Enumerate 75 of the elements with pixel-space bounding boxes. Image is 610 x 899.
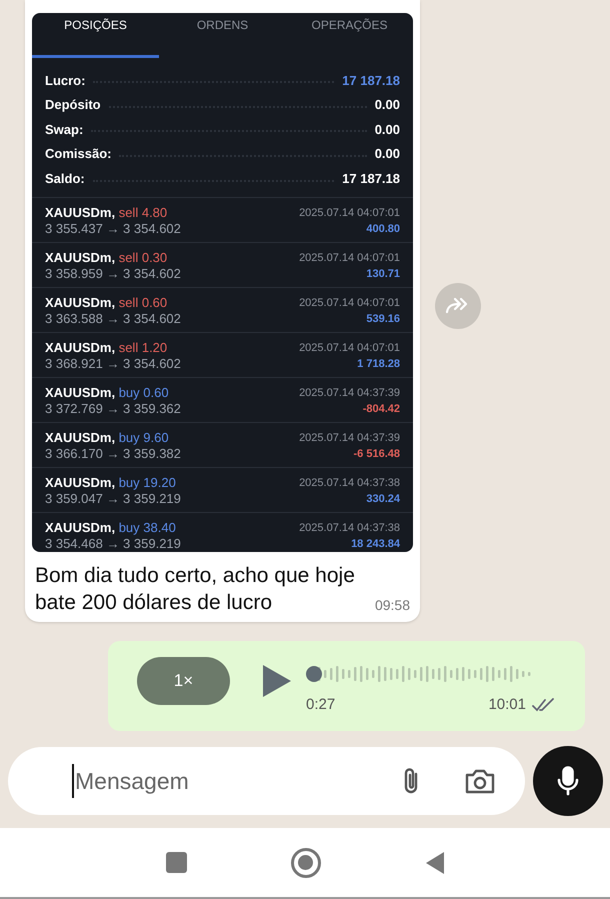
speed-button[interactable]: 1× — [137, 657, 230, 705]
trade-volume: sell 0.30 — [118, 250, 168, 265]
trade-volume: buy 38.40 — [118, 520, 176, 535]
summary-value: 0.00 — [374, 120, 400, 139]
trade-time: 2025.07.14 04:07:01 — [299, 206, 400, 221]
trade-prices: 3 359.047 → 3 359.219 — [45, 490, 181, 507]
trade-row[interactable]: XAUUSDm, sell 1.20 3 368.921 → 3 354.602 2025.07.14 04:07:01 1 718.28 — [32, 332, 413, 378]
trade-time: 2025.07.14 04:37:38 — [299, 476, 400, 491]
trade-prices: 3 354.468 → 3 359.219 — [45, 536, 181, 552]
message-text: Bom dia tudo certo, acho que hoje bate 200 dólares de lucro — [35, 563, 355, 616]
trade-row[interactable]: XAUUSDm, buy 38.40 3 354.468 → 3 359.219 2025.07.14 04:37:38 18 243.84 — [32, 512, 413, 552]
back-icon[interactable] — [424, 850, 444, 874]
trade-profit: 330.24 — [366, 492, 400, 507]
home-button[interactable] — [290, 848, 320, 878]
trade-volume: sell 0.60 — [118, 294, 168, 310]
trade-symbol: XAUUSDm, — [45, 204, 116, 220]
message-input[interactable]: Mensagem — [8, 747, 525, 815]
microphone-icon — [557, 766, 579, 796]
summary-label: Saldo: — [45, 170, 85, 188]
trade-profit: -804.42 — [362, 402, 400, 417]
trade-symbol: XAUUSDm, — [45, 384, 116, 400]
trade-prices: 3 355.437 → 3 354.602 — [45, 220, 181, 237]
summary-label: Comissão: — [45, 145, 112, 164]
trade-symbol: XAUUSDm, — [45, 250, 116, 265]
trade-row[interactable]: XAUUSDm, buy 0.60 3 372.769 → 3 359.362 2025.07.14 04:37:39 -804.42 — [32, 378, 413, 423]
summary-value: 17 187.18 — [342, 170, 400, 188]
trade-time: 2025.07.14 04:07:01 — [299, 340, 400, 356]
recents-button[interactable] — [166, 852, 186, 873]
camera-icon[interactable] — [465, 768, 495, 794]
trade-time: 2025.07.14 04:07:01 — [299, 250, 400, 266]
summary-value: 0.00 — [374, 145, 400, 164]
tab[interactable]: ORDENS — [159, 13, 286, 58]
trade-symbol: XAUUSDm, — [45, 340, 116, 355]
message-time: 09:58 — [374, 596, 410, 615]
trade-profit: 130.71 — [366, 266, 400, 282]
tab[interactable]: POSIÇÕES — [32, 13, 159, 58]
trade-prices: 3 368.921 → 3 354.602 — [45, 356, 181, 372]
trade-profit: 400.80 — [366, 222, 400, 237]
voice-time: 10:01 — [488, 695, 526, 715]
trade-time: 2025.07.14 04:37:39 — [299, 386, 400, 401]
trade-time: 2025.07.14 04:37:39 — [299, 430, 400, 446]
trade-profit: 18 243.84 — [351, 536, 400, 552]
trade-row[interactable]: XAUUSDm, buy 19.20 3 359.047 → 3 359.219 2025.07.14 04:37:38 330.24 — [32, 468, 413, 513]
trade-row[interactable]: XAUUSDm, buy 9.60 3 366.170 → 3 359.382 2025.07.14 04:37:39 -6 516.48 — [32, 422, 413, 468]
trade-volume: buy 9.60 — [118, 430, 169, 445]
tab[interactable]: OPERAÇÕES — [286, 13, 413, 58]
trade-volume: sell 4.80 — [118, 204, 168, 220]
trade-prices: 3 372.769 → 3 359.362 — [45, 400, 181, 417]
summary-label: Swap: — [45, 120, 84, 139]
trade-time: 2025.07.14 04:37:38 — [299, 520, 400, 536]
trade-profit: 1 718.28 — [357, 356, 400, 372]
summary-label: Depósito — [45, 96, 101, 114]
trade-symbol: XAUUSDm, — [45, 474, 116, 490]
message-field: Mensagem — [72, 764, 401, 798]
trade-volume: buy 19.20 — [118, 474, 176, 490]
summary-value: 0.00 — [374, 96, 400, 114]
trade-symbol: XAUUSDm, — [45, 520, 116, 535]
trade-prices: 3 366.170 → 3 359.382 — [45, 446, 181, 462]
summary-value: 17 187.18 — [342, 72, 400, 90]
trade-row[interactable]: XAUUSDm, sell 4.80 3 355.437 → 3 354.602 2025.07.14 04:07:01 400.80 — [32, 198, 413, 243]
trade-row[interactable]: XAUUSDm, sell 0.30 3 358.959 → 3 354.602 2025.07.14 04:07:01 130.71 — [32, 242, 413, 288]
trade-profit: 539.16 — [366, 312, 400, 327]
trade-volume: sell 1.20 — [118, 340, 168, 355]
trade-symbol: XAUUSDm, — [45, 430, 116, 445]
trade-prices: 3 363.588 → 3 354.602 — [45, 310, 181, 327]
voice-duration: 0:27 — [306, 695, 336, 715]
summary-label: Lucro: — [45, 72, 86, 90]
trade-prices: 3 358.959 → 3 354.602 — [45, 266, 181, 282]
playback-thumb[interactable] — [306, 666, 322, 682]
trade-volume: buy 0.60 — [118, 384, 169, 400]
trade-row[interactable]: XAUUSDm, sell 0.60 3 363.588 → 3 354.602 2025.07.14 04:07:01 539.16 — [32, 288, 413, 333]
trade-time: 2025.07.14 04:07:01 — [299, 296, 400, 311]
play-icon[interactable] — [262, 664, 292, 698]
trade-profit: -6 516.48 — [354, 446, 400, 462]
trade-symbol: XAUUSDm, — [45, 294, 116, 310]
